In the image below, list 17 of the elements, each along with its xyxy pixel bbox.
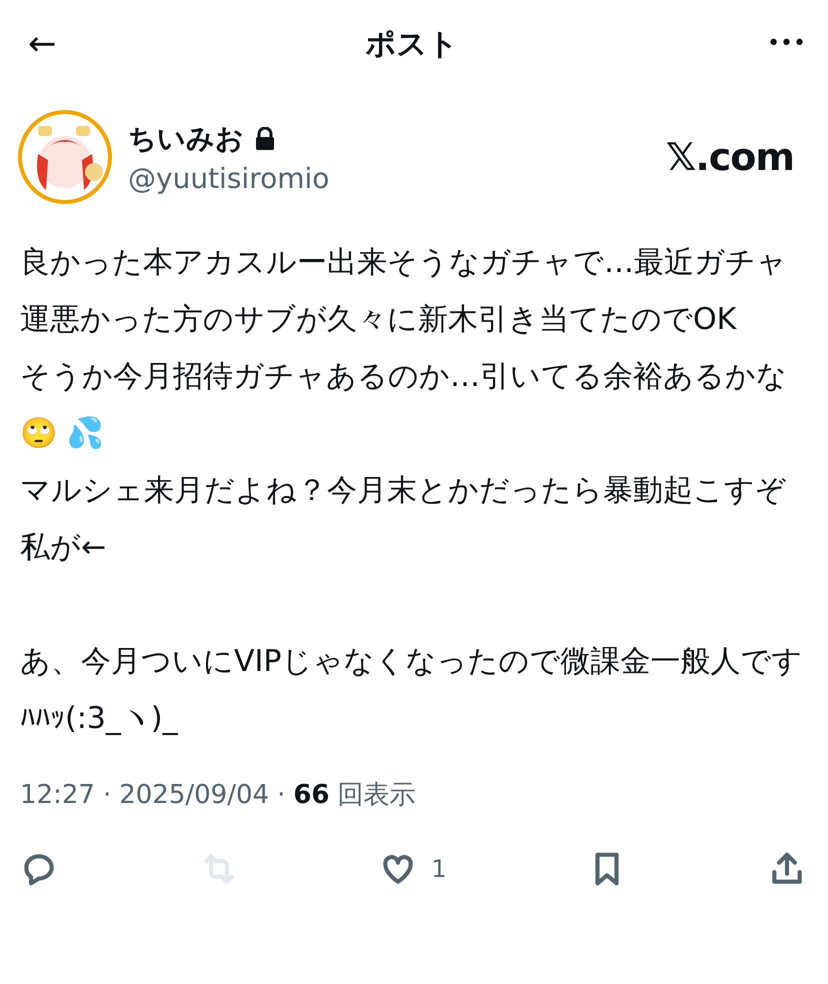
post-text: そうか今月招待ガチャあるのか…引いてる余裕あるかな🙄 💦: [20, 358, 788, 453]
author-name: ちいみお: [128, 120, 244, 156]
more-button[interactable]: •••: [767, 33, 806, 55]
post-text: マルシェ来月だよね？今月末とかだったら暴動起こすぞ私が←: [20, 472, 787, 567]
view-count: 66: [293, 780, 330, 810]
post-text: あ、今月ついにVIPじゃなくなったので微課金一般人ですﾊﾊｯ(:3_ヽ)_: [20, 643, 804, 738]
post-text: 良かった本アカスルー出来そうなガチャで…最近ガチャ運悪かった方のサブが久々に新木引き当てたのでOK: [20, 244, 788, 339]
author-handle: @yuutisiromio: [128, 162, 330, 194]
views-label: 回表示: [338, 779, 416, 812]
like-button[interactable]: 1: [379, 850, 447, 888]
separator: ·: [277, 780, 286, 810]
post-time: 12:27: [20, 780, 95, 810]
separator: ·: [102, 780, 112, 810]
page-title: ポスト: [365, 26, 458, 64]
back-button[interactable]: ←: [28, 27, 56, 61]
post-date: 2025/09/04: [119, 780, 270, 810]
brand-logo: 𝕏.com: [666, 135, 794, 179]
